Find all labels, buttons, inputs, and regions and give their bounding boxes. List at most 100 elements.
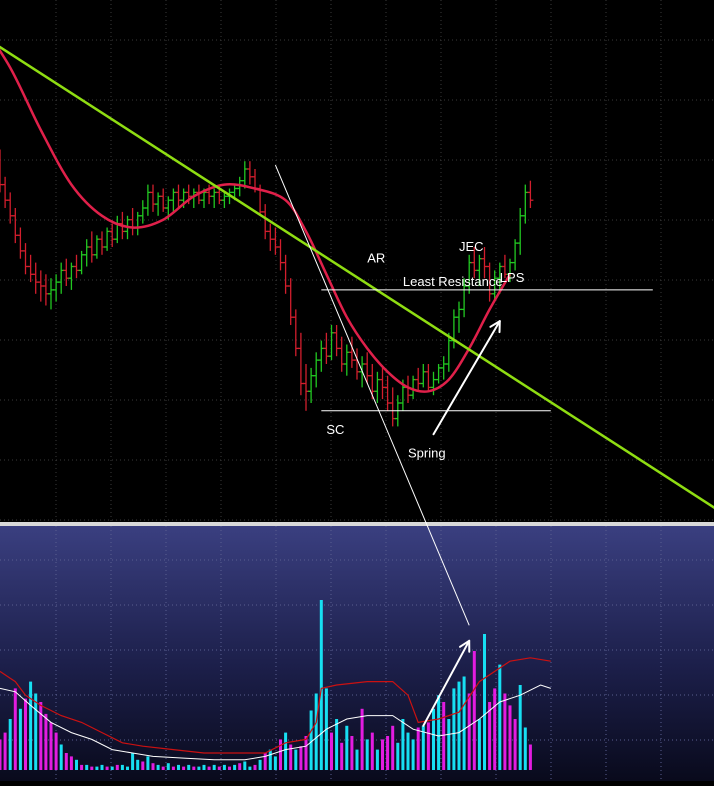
volume-bar xyxy=(273,756,277,770)
volume-bar xyxy=(309,710,313,770)
volume-bar xyxy=(166,763,170,770)
volume-bar xyxy=(406,732,410,770)
volume-bar xyxy=(365,739,369,770)
volume-bar xyxy=(212,764,216,770)
volume-bar xyxy=(8,719,12,770)
volume-bar xyxy=(314,693,318,770)
chart-root: AR Least Resistance JEC LPS SC Spring xyxy=(0,0,714,781)
volume-bar xyxy=(426,722,430,770)
volume-bar xyxy=(268,749,272,770)
volume-bar xyxy=(238,763,242,770)
volume-bar xyxy=(360,708,364,770)
volume-bar xyxy=(442,702,446,770)
volume-bar xyxy=(3,732,7,770)
volume-bar xyxy=(437,695,441,770)
volume-bar xyxy=(126,766,129,770)
volume-bar xyxy=(513,719,517,770)
volume-bar xyxy=(222,764,226,770)
volume-bar xyxy=(13,688,17,770)
volume-bar xyxy=(467,693,471,770)
volume-bar xyxy=(375,749,379,770)
volume-bar xyxy=(80,764,84,770)
volume-bar xyxy=(477,719,481,770)
volume-bar xyxy=(115,764,119,770)
volume-bar xyxy=(64,753,68,770)
volume-bar xyxy=(233,764,237,770)
volume-bar xyxy=(110,766,114,770)
volume-bar xyxy=(457,681,461,770)
volume-bar xyxy=(503,693,507,770)
volume-bar xyxy=(381,739,384,770)
volume-bar xyxy=(284,732,288,770)
price-panel-background xyxy=(0,0,714,522)
volume-bar xyxy=(258,759,262,770)
volume-bar xyxy=(294,749,298,770)
volume-bar xyxy=(24,698,27,770)
volume-bar xyxy=(518,685,522,770)
volume-bar xyxy=(161,766,165,770)
volume-bar xyxy=(340,742,344,770)
volume-bar xyxy=(248,766,252,770)
volume-bar xyxy=(411,739,415,770)
volume-bar xyxy=(69,756,73,770)
volume-bar xyxy=(39,702,43,770)
volume-bar xyxy=(59,744,63,770)
volume-bar xyxy=(452,688,456,770)
volume-bar xyxy=(0,739,2,770)
volume-bar xyxy=(228,766,231,770)
volume-bar xyxy=(207,766,211,770)
volume-bar xyxy=(54,732,58,770)
volume-bar xyxy=(345,725,349,770)
panel-divider xyxy=(0,522,714,526)
volume-bar xyxy=(319,600,323,770)
volume-bar xyxy=(156,764,160,770)
volume-bar xyxy=(493,688,497,770)
volume-bar xyxy=(131,753,135,770)
volume-bar xyxy=(49,722,53,770)
volume-bar xyxy=(177,764,180,770)
volume-bar xyxy=(523,727,527,770)
volume-bar xyxy=(335,719,339,770)
volume-bar xyxy=(462,676,466,770)
volume-bar xyxy=(447,719,451,770)
volume-bar xyxy=(171,766,175,770)
volume-bar xyxy=(146,756,150,770)
volume-bar xyxy=(304,736,308,770)
volume-bar xyxy=(416,727,420,770)
volume-bar xyxy=(472,651,476,770)
volume-bar xyxy=(279,739,282,770)
volume-bar xyxy=(350,736,354,770)
volume-bar xyxy=(141,761,145,770)
volume-bar xyxy=(396,742,400,770)
volume-bar xyxy=(136,759,140,770)
volume-bar xyxy=(386,736,390,770)
volume-bar xyxy=(182,766,186,770)
annotation-label: Spring xyxy=(408,446,446,461)
volume-bar xyxy=(75,759,78,770)
volume-bar xyxy=(391,725,395,770)
volume-bar xyxy=(44,713,48,770)
volume-bar xyxy=(243,761,247,770)
volume-bar xyxy=(330,732,333,770)
annotation-label: JEC xyxy=(459,239,484,254)
volume-bar xyxy=(253,764,257,770)
volume-bar xyxy=(401,719,405,770)
volume-bar xyxy=(105,766,109,770)
annotation-label: SC xyxy=(326,422,344,437)
volume-bar xyxy=(120,764,124,770)
volume-bar xyxy=(432,708,435,770)
volume-panel-background xyxy=(0,526,714,781)
annotation-label: Least Resistance xyxy=(403,274,503,289)
annotation-label: LPS xyxy=(500,270,525,285)
volume-bar xyxy=(488,702,492,770)
volume-bar xyxy=(85,764,89,770)
volume-bar xyxy=(90,766,94,770)
annotation-label: AR xyxy=(367,251,385,266)
volume-bar xyxy=(100,764,104,770)
volume-bar xyxy=(34,693,38,770)
volume-bar xyxy=(528,744,532,770)
wyckoff-chart: AR Least Resistance JEC LPS SC Spring xyxy=(0,0,714,781)
volume-bar xyxy=(151,763,155,770)
volume-bar xyxy=(187,764,191,770)
volume-bar xyxy=(483,634,486,770)
